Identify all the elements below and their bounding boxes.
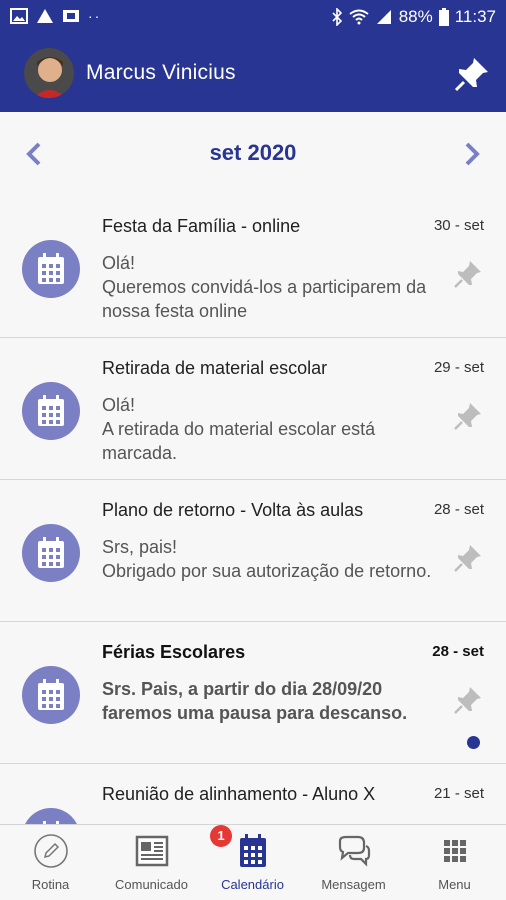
calendar-icon <box>22 524 80 582</box>
avatar[interactable] <box>24 48 74 98</box>
event-list: Festa da Família - online 30 - set Olá! … <box>0 196 506 824</box>
clock-text: 11:37 <box>454 7 496 26</box>
pin-icon[interactable] <box>452 258 484 290</box>
more-dots-icon: ·· <box>88 8 102 24</box>
avatar-photo-icon <box>24 48 74 98</box>
pencil-circle-icon <box>34 834 68 868</box>
event-preview-line: Olá! <box>102 253 136 273</box>
list-item[interactable]: Plano de retorno - Volta às aulas 28 - s… <box>0 480 506 622</box>
nav-label: Comunicado <box>115 877 188 892</box>
event-title: Reunião de alinhamento - Aluno X <box>102 784 376 804</box>
list-item-unread[interactable]: Férias Escolares 28 - set Srs. Pais, a p… <box>0 622 506 764</box>
pin-icon[interactable] <box>452 54 492 94</box>
image-icon <box>10 8 28 24</box>
list-item[interactable]: Festa da Família - online 30 - set Olá! … <box>0 196 506 338</box>
nav-label: Rotina <box>31 877 70 892</box>
nav-mensagem[interactable]: Mensagem <box>303 825 404 900</box>
list-item[interactable]: Reunião de alinhamento - Aluno X 21 - se… <box>0 764 506 824</box>
signal-icon <box>376 10 391 24</box>
pin-icon[interactable] <box>452 400 484 432</box>
notification-badge: 1 <box>210 825 232 847</box>
calendar-icon <box>240 834 266 867</box>
calendar-icon <box>22 240 80 298</box>
event-title: Retirada de material escolar <box>102 358 328 378</box>
nav-label: Menu <box>438 877 471 892</box>
event-title: Festa da Família - online <box>102 216 301 236</box>
nav-label: Mensagem <box>321 877 386 892</box>
month-label: set 2020 <box>209 140 297 165</box>
event-preview-line: Srs. Pais, a partir do dia 28/09/20 fare… <box>102 679 408 723</box>
event-date: 28 - set <box>432 643 484 660</box>
event-preview-line: Srs, pais! <box>102 537 178 557</box>
event-date: 30 - set <box>433 217 484 234</box>
unread-dot <box>467 736 480 749</box>
event-date: 21 - set <box>433 785 484 802</box>
nav-rotina[interactable]: Rotina <box>0 825 101 900</box>
event-date: 28 - set <box>433 501 484 518</box>
pin-icon[interactable] <box>452 684 484 716</box>
list-item[interactable]: Retirada de material escolar 29 - set Ol… <box>0 338 506 480</box>
event-preview: Srs. Pais, a partir do dia 28/09/20 fare… <box>102 677 432 725</box>
event-preview-line: A retirada do material escolar está marc… <box>102 419 376 463</box>
event-date: 29 - set <box>433 359 484 376</box>
nav-comunicado[interactable]: Comunicado <box>101 825 202 900</box>
event-preview-line: Queremos convidá-los a participarem da n… <box>102 277 427 321</box>
calendar-icon <box>22 382 80 440</box>
chevron-right-icon[interactable] <box>458 140 486 168</box>
event-title: Plano de retorno - Volta às aulas <box>102 500 364 520</box>
event-preview: Olá! A retirada do material escolar está… <box>102 393 432 465</box>
card-icon <box>63 10 79 22</box>
calendar-icon <box>22 666 80 724</box>
grid-menu-icon <box>444 840 466 862</box>
bottom-navigation: Rotina Comunicado Calendário Mensagem Me… <box>0 824 506 900</box>
event-preview-line: Obrigado por sua autorização de retorno. <box>102 561 432 581</box>
battery-icon <box>438 8 449 26</box>
event-title: Férias Escolares <box>102 642 246 662</box>
event-preview-line: Olá! <box>102 395 136 415</box>
month-navigator: set 2020 <box>0 112 506 196</box>
event-preview: Srs, pais! Obrigado por sua autorização … <box>102 535 432 583</box>
calendar-icon <box>22 808 80 824</box>
nav-label: Calendário <box>221 877 284 892</box>
nav-menu[interactable]: Menu <box>404 825 505 900</box>
app-header: Marcus Vinicius <box>0 36 506 112</box>
user-name[interactable]: Marcus Vinicius <box>86 61 236 85</box>
status-bar: ·· 88% 11:37 <box>0 0 506 36</box>
newspaper-icon <box>135 835 169 867</box>
event-preview: Olá! Queremos convidá-los a participarem… <box>102 251 432 323</box>
pin-icon[interactable] <box>452 542 484 574</box>
wifi-icon <box>349 9 369 25</box>
alert-icon <box>37 9 53 23</box>
battery-text: 88% <box>398 7 433 26</box>
bluetooth-icon <box>332 8 342 26</box>
chat-bubbles-icon <box>338 835 371 867</box>
